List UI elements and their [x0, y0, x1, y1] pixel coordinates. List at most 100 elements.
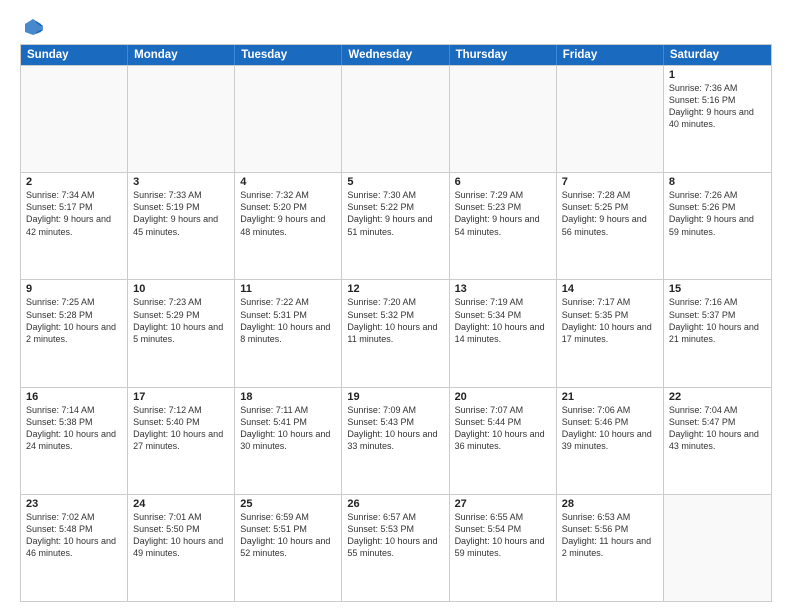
day-info: Sunrise: 7:25 AM Sunset: 5:28 PM Dayligh…	[26, 296, 122, 345]
day-info: Sunrise: 7:23 AM Sunset: 5:29 PM Dayligh…	[133, 296, 229, 345]
day-number: 4	[240, 176, 336, 188]
calendar-cell: 10Sunrise: 7:23 AM Sunset: 5:29 PM Dayli…	[128, 280, 235, 386]
day-number: 2	[26, 176, 122, 188]
day-number: 3	[133, 176, 229, 188]
calendar-cell	[450, 66, 557, 172]
calendar-cell: 2Sunrise: 7:34 AM Sunset: 5:17 PM Daylig…	[21, 173, 128, 279]
calendar-cell: 17Sunrise: 7:12 AM Sunset: 5:40 PM Dayli…	[128, 388, 235, 494]
calendar-cell: 16Sunrise: 7:14 AM Sunset: 5:38 PM Dayli…	[21, 388, 128, 494]
day-info: Sunrise: 7:22 AM Sunset: 5:31 PM Dayligh…	[240, 296, 336, 345]
day-number: 28	[562, 498, 658, 510]
calendar-cell	[557, 66, 664, 172]
calendar-header-cell: Wednesday	[342, 45, 449, 65]
calendar-week-row: 1Sunrise: 7:36 AM Sunset: 5:16 PM Daylig…	[21, 65, 771, 172]
day-info: Sunrise: 6:57 AM Sunset: 5:53 PM Dayligh…	[347, 511, 443, 560]
day-info: Sunrise: 7:16 AM Sunset: 5:37 PM Dayligh…	[669, 296, 766, 345]
calendar-cell: 1Sunrise: 7:36 AM Sunset: 5:16 PM Daylig…	[664, 66, 771, 172]
day-number: 11	[240, 283, 336, 295]
day-number: 1	[669, 69, 766, 81]
calendar-cell: 25Sunrise: 6:59 AM Sunset: 5:51 PM Dayli…	[235, 495, 342, 601]
day-info: Sunrise: 7:11 AM Sunset: 5:41 PM Dayligh…	[240, 404, 336, 453]
day-info: Sunrise: 6:55 AM Sunset: 5:54 PM Dayligh…	[455, 511, 551, 560]
day-info: Sunrise: 7:04 AM Sunset: 5:47 PM Dayligh…	[669, 404, 766, 453]
day-info: Sunrise: 7:19 AM Sunset: 5:34 PM Dayligh…	[455, 296, 551, 345]
day-number: 9	[26, 283, 122, 295]
calendar-cell	[235, 66, 342, 172]
calendar-cell: 11Sunrise: 7:22 AM Sunset: 5:31 PM Dayli…	[235, 280, 342, 386]
day-info: Sunrise: 7:01 AM Sunset: 5:50 PM Dayligh…	[133, 511, 229, 560]
calendar-header-cell: Monday	[128, 45, 235, 65]
calendar-cell: 23Sunrise: 7:02 AM Sunset: 5:48 PM Dayli…	[21, 495, 128, 601]
calendar-week-row: 23Sunrise: 7:02 AM Sunset: 5:48 PM Dayli…	[21, 494, 771, 601]
calendar-cell: 20Sunrise: 7:07 AM Sunset: 5:44 PM Dayli…	[450, 388, 557, 494]
calendar-cell	[664, 495, 771, 601]
day-info: Sunrise: 7:32 AM Sunset: 5:20 PM Dayligh…	[240, 189, 336, 238]
page: SundayMondayTuesdayWednesdayThursdayFrid…	[0, 0, 792, 612]
calendar-cell: 3Sunrise: 7:33 AM Sunset: 5:19 PM Daylig…	[128, 173, 235, 279]
calendar-cell: 28Sunrise: 6:53 AM Sunset: 5:56 PM Dayli…	[557, 495, 664, 601]
day-number: 25	[240, 498, 336, 510]
calendar-body: 1Sunrise: 7:36 AM Sunset: 5:16 PM Daylig…	[21, 65, 771, 601]
day-info: Sunrise: 7:30 AM Sunset: 5:22 PM Dayligh…	[347, 189, 443, 238]
day-info: Sunrise: 7:28 AM Sunset: 5:25 PM Dayligh…	[562, 189, 658, 238]
calendar-cell	[21, 66, 128, 172]
calendar-header-cell: Saturday	[664, 45, 771, 65]
calendar-cell: 18Sunrise: 7:11 AM Sunset: 5:41 PM Dayli…	[235, 388, 342, 494]
day-info: Sunrise: 6:59 AM Sunset: 5:51 PM Dayligh…	[240, 511, 336, 560]
calendar: SundayMondayTuesdayWednesdayThursdayFrid…	[20, 44, 772, 602]
logo	[20, 16, 44, 36]
calendar-cell: 5Sunrise: 7:30 AM Sunset: 5:22 PM Daylig…	[342, 173, 449, 279]
calendar-week-row: 16Sunrise: 7:14 AM Sunset: 5:38 PM Dayli…	[21, 387, 771, 494]
logo-icon	[22, 16, 44, 38]
calendar-cell: 14Sunrise: 7:17 AM Sunset: 5:35 PM Dayli…	[557, 280, 664, 386]
day-info: Sunrise: 6:53 AM Sunset: 5:56 PM Dayligh…	[562, 511, 658, 560]
day-info: Sunrise: 7:02 AM Sunset: 5:48 PM Dayligh…	[26, 511, 122, 560]
calendar-header-cell: Tuesday	[235, 45, 342, 65]
calendar-cell: 27Sunrise: 6:55 AM Sunset: 5:54 PM Dayli…	[450, 495, 557, 601]
day-number: 21	[562, 391, 658, 403]
day-number: 5	[347, 176, 443, 188]
day-info: Sunrise: 7:07 AM Sunset: 5:44 PM Dayligh…	[455, 404, 551, 453]
day-number: 26	[347, 498, 443, 510]
calendar-cell: 22Sunrise: 7:04 AM Sunset: 5:47 PM Dayli…	[664, 388, 771, 494]
calendar-cell	[342, 66, 449, 172]
calendar-header-cell: Friday	[557, 45, 664, 65]
day-number: 27	[455, 498, 551, 510]
day-number: 20	[455, 391, 551, 403]
calendar-cell: 8Sunrise: 7:26 AM Sunset: 5:26 PM Daylig…	[664, 173, 771, 279]
day-info: Sunrise: 7:09 AM Sunset: 5:43 PM Dayligh…	[347, 404, 443, 453]
day-number: 17	[133, 391, 229, 403]
calendar-cell: 15Sunrise: 7:16 AM Sunset: 5:37 PM Dayli…	[664, 280, 771, 386]
day-info: Sunrise: 7:34 AM Sunset: 5:17 PM Dayligh…	[26, 189, 122, 238]
calendar-cell: 21Sunrise: 7:06 AM Sunset: 5:46 PM Dayli…	[557, 388, 664, 494]
calendar-cell: 12Sunrise: 7:20 AM Sunset: 5:32 PM Dayli…	[342, 280, 449, 386]
calendar-cell: 26Sunrise: 6:57 AM Sunset: 5:53 PM Dayli…	[342, 495, 449, 601]
calendar-cell: 19Sunrise: 7:09 AM Sunset: 5:43 PM Dayli…	[342, 388, 449, 494]
day-info: Sunrise: 7:20 AM Sunset: 5:32 PM Dayligh…	[347, 296, 443, 345]
calendar-header: SundayMondayTuesdayWednesdayThursdayFrid…	[21, 45, 771, 65]
day-number: 12	[347, 283, 443, 295]
day-info: Sunrise: 7:26 AM Sunset: 5:26 PM Dayligh…	[669, 189, 766, 238]
calendar-week-row: 2Sunrise: 7:34 AM Sunset: 5:17 PM Daylig…	[21, 172, 771, 279]
calendar-week-row: 9Sunrise: 7:25 AM Sunset: 5:28 PM Daylig…	[21, 279, 771, 386]
calendar-cell: 9Sunrise: 7:25 AM Sunset: 5:28 PM Daylig…	[21, 280, 128, 386]
day-info: Sunrise: 7:29 AM Sunset: 5:23 PM Dayligh…	[455, 189, 551, 238]
day-number: 22	[669, 391, 766, 403]
day-info: Sunrise: 7:12 AM Sunset: 5:40 PM Dayligh…	[133, 404, 229, 453]
day-number: 6	[455, 176, 551, 188]
day-number: 8	[669, 176, 766, 188]
calendar-cell: 4Sunrise: 7:32 AM Sunset: 5:20 PM Daylig…	[235, 173, 342, 279]
day-info: Sunrise: 7:14 AM Sunset: 5:38 PM Dayligh…	[26, 404, 122, 453]
calendar-cell: 7Sunrise: 7:28 AM Sunset: 5:25 PM Daylig…	[557, 173, 664, 279]
calendar-cell	[128, 66, 235, 172]
day-number: 7	[562, 176, 658, 188]
day-number: 16	[26, 391, 122, 403]
calendar-cell: 24Sunrise: 7:01 AM Sunset: 5:50 PM Dayli…	[128, 495, 235, 601]
calendar-cell: 13Sunrise: 7:19 AM Sunset: 5:34 PM Dayli…	[450, 280, 557, 386]
day-info: Sunrise: 7:06 AM Sunset: 5:46 PM Dayligh…	[562, 404, 658, 453]
day-info: Sunrise: 7:33 AM Sunset: 5:19 PM Dayligh…	[133, 189, 229, 238]
day-number: 15	[669, 283, 766, 295]
calendar-cell: 6Sunrise: 7:29 AM Sunset: 5:23 PM Daylig…	[450, 173, 557, 279]
day-number: 10	[133, 283, 229, 295]
day-number: 19	[347, 391, 443, 403]
